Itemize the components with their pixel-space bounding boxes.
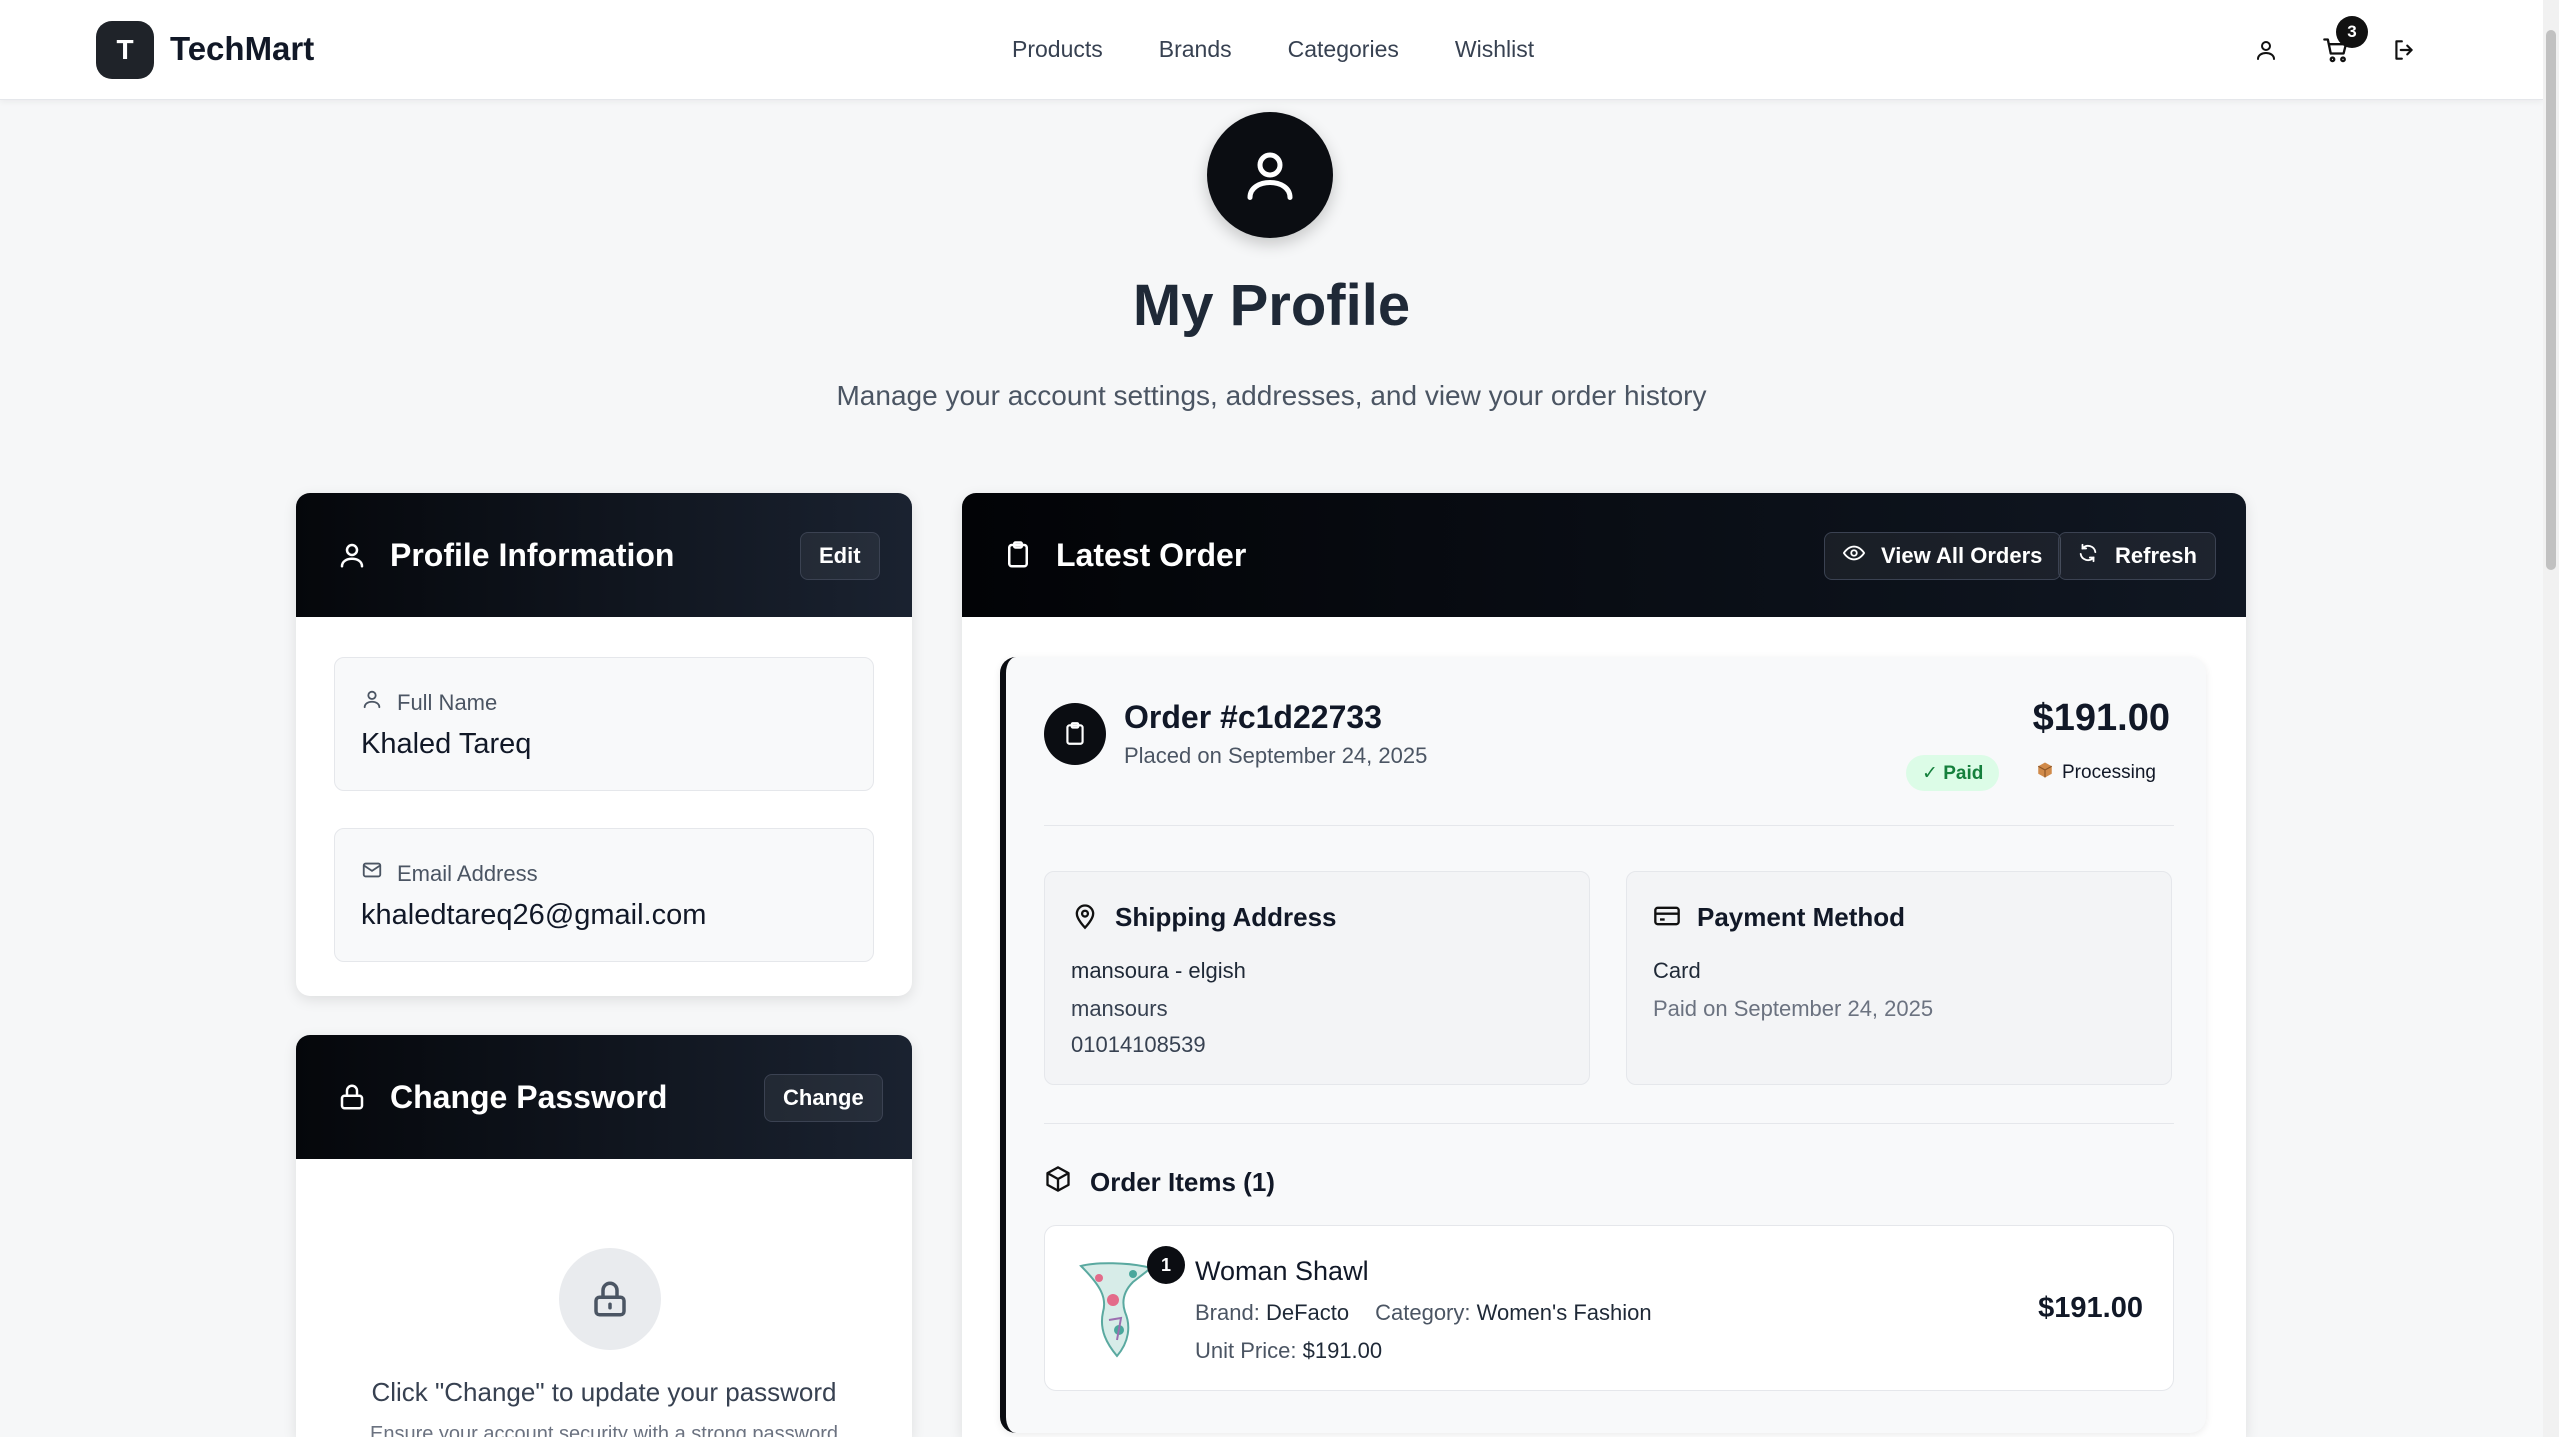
top-navbar: T TechMart Products Brands Categories Wi… (0, 0, 2543, 100)
item-unit-price: Unit Price: $191.00 (1195, 1338, 1383, 1363)
latest-order-card: Latest Order View All Orders Refresh Ord… (962, 493, 2246, 1437)
profile-card-header: Profile Information Edit (296, 493, 912, 617)
mail-icon (361, 859, 383, 886)
shipping-line-2: mansours (1071, 996, 1168, 1021)
page-title: My Profile (1132, 273, 1411, 338)
password-subhint: Ensure your account security with a stro… (370, 1423, 838, 1437)
full-name-field: Full Name Khaled Tareq (334, 657, 874, 791)
shipping-line-1: mansoura - elgish (1071, 958, 1246, 983)
view-all-orders-button[interactable]: View All Orders (1824, 532, 2062, 580)
view-all-orders-label: View All Orders (1881, 543, 2043, 568)
product-image (1073, 1260, 1157, 1360)
processing-status-badge: Processing (2020, 755, 2172, 791)
clipboard-icon (1044, 703, 1106, 765)
full-name-label: Full Name (397, 690, 498, 715)
profile-avatar-icon (1207, 112, 1333, 238)
box-icon (1044, 1165, 1072, 1198)
logo-icon[interactable]: T (96, 21, 154, 79)
page-scrollbar-thumb[interactable] (2546, 30, 2556, 570)
logout-icon[interactable] (2388, 34, 2420, 66)
page-subtitle: Manage your account settings, addresses,… (836, 380, 1707, 411)
item-category: Category: Women's Fashion (1375, 1300, 1652, 1325)
item-quantity-badge: 1 (1147, 1246, 1185, 1284)
shipping-address-title: Shipping Address (1115, 902, 1337, 932)
edit-profile-button[interactable]: Edit (800, 532, 880, 580)
payment-method-title: Payment Method (1697, 902, 1906, 932)
order-items-title: Order Items (1) (1090, 1167, 1275, 1197)
processing-label: Processing (2062, 762, 2156, 783)
order-number: Order #c1d22733 (1124, 699, 1382, 735)
email-field: Email Address khaledtareq26@gmail.com (334, 828, 874, 962)
paid-status-badge: ✓ Paid (1906, 755, 2000, 791)
item-brand: Brand: DeFacto (1195, 1300, 1350, 1325)
divider (1044, 825, 2174, 826)
order-details: Order #c1d22733 Placed on September 24, … (1000, 657, 2206, 1433)
shipping-phone: 01014108539 (1071, 1032, 1206, 1057)
item-price: $191.00 (2038, 1292, 2143, 1324)
item-name[interactable]: Woman Shawl (1195, 1256, 1369, 1287)
brand-name[interactable]: TechMart (170, 30, 314, 68)
package-icon (2036, 761, 2054, 785)
profile-card-title: Profile Information (390, 537, 675, 573)
order-item[interactable]: 1 Woman Shawl Brand: DeFacto Category: W… (1044, 1225, 2174, 1391)
order-card-header: Latest Order View All Orders Refresh (962, 493, 2246, 617)
user-icon (361, 688, 383, 715)
eye-icon (1842, 542, 1866, 570)
user-icon[interactable] (2250, 34, 2282, 66)
nav-link-wishlist[interactable]: Wishlist (1455, 36, 1534, 63)
password-card-header: Change Password Change (296, 1035, 912, 1159)
profile-info-card: Profile Information Edit Full Name Khale… (296, 493, 912, 996)
order-total: $191.00 (2032, 697, 2170, 739)
user-icon (334, 537, 370, 573)
order-card-title: Latest Order (1056, 537, 1247, 573)
refresh-button[interactable]: Refresh (2058, 532, 2216, 580)
change-password-card: Change Password Change Click "Change" to… (296, 1035, 912, 1437)
change-password-button[interactable]: Change (764, 1074, 883, 1122)
payment-method-value: Card (1653, 958, 1701, 983)
full-name-value: Khaled Tareq (361, 728, 532, 760)
credit-card-icon (1653, 902, 1681, 935)
nav-links: Products Brands Categories Wishlist (1012, 36, 1534, 63)
password-hint: Click "Change" to update your password (371, 1377, 837, 1407)
lock-icon (559, 1248, 661, 1350)
item-meta: Brand: DeFacto Category: Women's Fashion (1195, 1300, 1652, 1326)
refresh-icon (2077, 542, 2099, 570)
email-label: Email Address (397, 861, 538, 886)
map-pin-icon (1071, 902, 1099, 935)
shipping-address-box: Shipping Address mansoura - elgish manso… (1044, 871, 1590, 1085)
payment-method-box: Payment Method Card Paid on September 24… (1626, 871, 2172, 1085)
order-placed-date: Placed on September 24, 2025 (1124, 743, 1428, 768)
lock-icon (334, 1079, 370, 1115)
password-card-title: Change Password (390, 1079, 668, 1115)
nav-link-products[interactable]: Products (1012, 36, 1103, 63)
clipboard-icon (1000, 537, 1036, 573)
email-value: khaledtareq26@gmail.com (361, 899, 707, 931)
refresh-label: Refresh (2115, 543, 2197, 568)
nav-link-categories[interactable]: Categories (1288, 36, 1399, 63)
nav-link-brands[interactable]: Brands (1159, 36, 1232, 63)
payment-paid-date: Paid on September 24, 2025 (1653, 996, 1934, 1021)
cart-count-badge: 3 (2336, 16, 2368, 48)
divider (1044, 1123, 2174, 1124)
